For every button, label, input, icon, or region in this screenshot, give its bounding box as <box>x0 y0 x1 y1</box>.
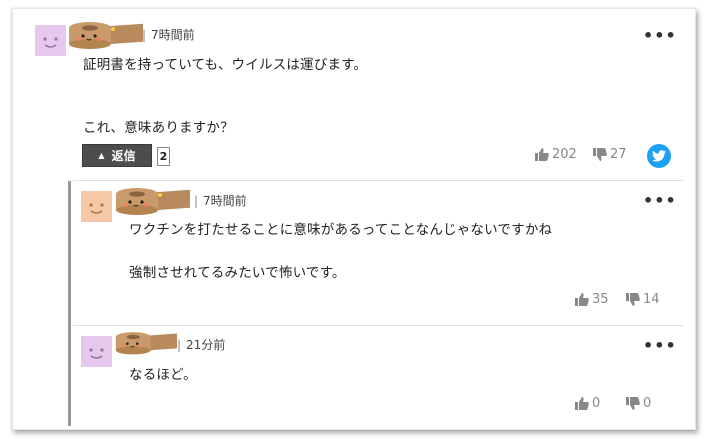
divider <box>73 180 683 181</box>
like-button[interactable]: 202 <box>535 147 577 162</box>
twitter-share-button[interactable] <box>647 144 671 168</box>
dislike-count: 14 <box>643 292 660 307</box>
like-count: 202 <box>552 147 577 162</box>
dislike-count: 0 <box>643 396 652 411</box>
meta-separator: | <box>194 194 199 208</box>
reply-thread-line <box>68 181 71 426</box>
more-options-icon[interactable]: ••• <box>643 28 677 44</box>
meta-separator: | <box>177 338 182 352</box>
comment-meta: | 7時間前 <box>142 26 195 43</box>
comment-time: 21分前 <box>186 338 226 352</box>
thumbs-up-icon <box>575 293 589 306</box>
tape-mascot-image <box>115 185 190 219</box>
like-button[interactable]: 0 <box>575 396 600 411</box>
thumbs-up-icon <box>535 148 549 161</box>
twitter-icon <box>652 150 666 162</box>
avatar[interactable] <box>81 336 112 367</box>
comment-thread-panel: | 7時間前 ••• 証明書を持っていても、ウイルスは運びます。 これ、意味ありま… <box>12 8 696 430</box>
comment-meta: | 21分前 <box>177 336 225 353</box>
tape-mascot-image <box>115 329 177 359</box>
reply-count-badge: 2 <box>157 147 170 166</box>
dislike-count: 27 <box>610 147 627 162</box>
dislike-button[interactable]: 27 <box>593 147 627 162</box>
like-count: 0 <box>592 396 601 411</box>
like-count: 35 <box>592 292 609 307</box>
reply-button[interactable]: ▲ 返信 <box>82 144 152 167</box>
more-options-icon[interactable]: ••• <box>643 193 677 209</box>
comment-meta: | 7時間前 <box>194 192 247 209</box>
tape-mascot-image <box>68 19 143 53</box>
comment-text-line: なるほど。 <box>129 367 197 383</box>
comment-text-line: 強制させれてるみたいで怖いです。 <box>129 265 346 281</box>
reply-button-label: 返信 <box>111 149 136 163</box>
like-button[interactable]: 35 <box>575 292 609 307</box>
comment-time: 7時間前 <box>203 194 247 208</box>
avatar[interactable] <box>81 191 112 222</box>
thumbs-up-icon <box>575 397 589 410</box>
comment-text-line: ワクチンを打たせることに意味があるってことなんじゃないですかね <box>129 222 553 238</box>
meta-separator: | <box>142 28 147 42</box>
comment-text-line: これ、意味ありますか？ <box>83 120 234 136</box>
avatar[interactable] <box>35 25 66 56</box>
thumbs-down-icon <box>593 148 607 161</box>
thumbs-down-icon <box>626 293 640 306</box>
dislike-button[interactable]: 14 <box>626 292 660 307</box>
comment-text-line: 証明書を持っていても、ウイルスは運びます。 <box>83 57 368 73</box>
caret-up-icon: ▲ <box>98 151 105 160</box>
dislike-button[interactable]: 0 <box>626 396 651 411</box>
comment-time: 7時間前 <box>151 28 195 42</box>
divider <box>73 325 683 326</box>
more-options-icon[interactable]: ••• <box>643 338 677 354</box>
thumbs-down-icon <box>626 397 640 410</box>
